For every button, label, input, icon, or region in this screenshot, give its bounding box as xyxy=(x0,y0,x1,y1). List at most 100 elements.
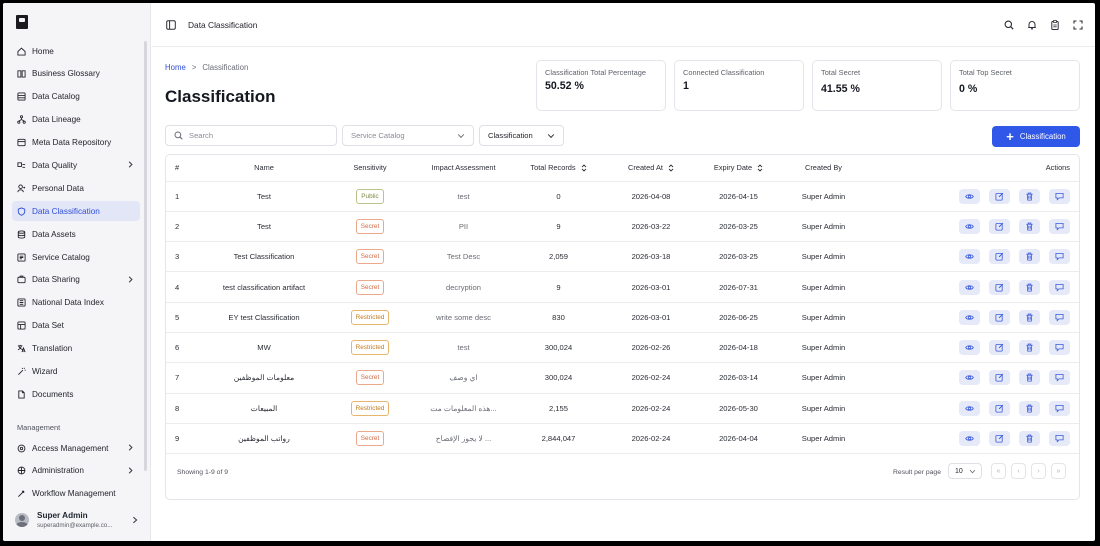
sidebar-toggle-icon[interactable] xyxy=(166,19,176,30)
first-page-button[interactable]: « xyxy=(991,463,1006,479)
view-button[interactable] xyxy=(959,279,980,295)
sidebar-item-label: Home xyxy=(32,46,54,56)
edit-icon xyxy=(995,283,1004,292)
cell-index: 5 xyxy=(166,302,204,333)
results-per-page-select[interactable]: 10 xyxy=(948,463,982,479)
cell-expiry: 2026-06-25 xyxy=(696,302,781,333)
comment-icon xyxy=(1055,222,1064,231)
sidebar-item-data-set[interactable]: Data Set xyxy=(12,316,140,336)
column-header-records[interactable]: Total Records xyxy=(511,155,606,182)
sidebar-item-data-classification[interactable]: Data Classification xyxy=(12,201,140,222)
breadcrumb-home-link[interactable]: Home xyxy=(165,63,186,72)
comment-button[interactable] xyxy=(1049,249,1070,265)
edit-button[interactable] xyxy=(989,340,1010,356)
comment-button[interactable] xyxy=(1049,400,1070,416)
column-header-created[interactable]: Created At xyxy=(606,155,696,182)
comment-button[interactable] xyxy=(1049,218,1070,234)
previous-page-button[interactable]: ‹ xyxy=(1011,463,1026,479)
sidebar-nav: Home Business Glossary Data Catalog Data Li… xyxy=(12,41,140,407)
sidebar-item-business-glossary[interactable]: Business Glossary xyxy=(12,64,140,84)
sidebar-item-home[interactable]: Home xyxy=(12,41,140,61)
delete-button[interactable] xyxy=(1019,218,1040,234)
view-button[interactable] xyxy=(959,218,980,234)
eye-icon xyxy=(965,345,974,350)
sidebar-item-access-management[interactable]: Access Management xyxy=(12,438,140,458)
sidebar-item-service-catalog[interactable]: Service Catalog xyxy=(12,247,140,267)
sidebar-item-label: Access Management xyxy=(32,443,109,453)
delete-button[interactable] xyxy=(1019,279,1040,295)
delete-button[interactable] xyxy=(1019,370,1040,386)
cell-index: 6 xyxy=(166,332,204,364)
view-button[interactable] xyxy=(959,431,980,447)
view-button[interactable] xyxy=(959,309,980,325)
view-button[interactable] xyxy=(959,340,980,356)
table-header-row: # Name Sensitivity Impact Assessment Tot… xyxy=(166,155,1079,182)
edit-button[interactable] xyxy=(989,309,1010,325)
comment-button[interactable] xyxy=(1049,431,1070,447)
table-row: 7 معلومات الموظفين Secret اي وصف 300,024 2026… xyxy=(166,362,1079,394)
search-input[interactable] xyxy=(189,131,329,140)
sidebar-item-personal-data[interactable]: Personal Data xyxy=(12,178,140,198)
cell-expiry: 2026-04-15 xyxy=(696,181,781,212)
column-header-expiry[interactable]: Expiry Date xyxy=(696,155,781,182)
edit-button[interactable] xyxy=(989,249,1010,265)
sidebar-item-documents[interactable]: Documents xyxy=(12,384,140,404)
showing-count: Showing 1-9 of 9 xyxy=(177,469,229,476)
stat-card-total-top-secret: Total Top Secret 0 % xyxy=(950,60,1080,111)
view-button[interactable] xyxy=(959,188,980,204)
sidebar-item-meta-data-repository[interactable]: Meta Data Repository xyxy=(12,133,140,153)
edit-button[interactable] xyxy=(989,218,1010,234)
sidebar-item-national-data-index[interactable]: National Data Index xyxy=(12,293,140,313)
edit-button[interactable] xyxy=(989,188,1010,204)
cell-impact: write some desc xyxy=(416,302,511,333)
table-row: 5 EY test Classification Restricted write s… xyxy=(166,302,1079,333)
edit-button[interactable] xyxy=(989,279,1010,295)
delete-button[interactable] xyxy=(1019,188,1040,204)
classification-filter-select[interactable]: Classification xyxy=(479,125,564,146)
sidebar-item-label: Data Lineage xyxy=(32,115,81,125)
comment-button[interactable] xyxy=(1049,340,1070,356)
delete-button[interactable] xyxy=(1019,249,1040,265)
cell-records: 300,024 xyxy=(511,362,606,394)
breadcrumb-current: Classification xyxy=(202,63,249,72)
edit-button[interactable] xyxy=(989,370,1010,386)
delete-button[interactable] xyxy=(1019,400,1040,416)
search-icon[interactable] xyxy=(1004,20,1014,30)
sidebar-item-administration[interactable]: Administration xyxy=(12,461,140,481)
sidebar-item-data-catalog[interactable]: Data Catalog xyxy=(12,87,140,107)
next-page-button[interactable]: › xyxy=(1031,463,1046,479)
cell-created-by: Super Admin xyxy=(781,211,866,243)
comment-button[interactable] xyxy=(1049,188,1070,204)
edit-button[interactable] xyxy=(989,431,1010,447)
logo-icon[interactable] xyxy=(16,15,28,29)
comment-button[interactable] xyxy=(1049,309,1070,325)
cell-created-by: Super Admin xyxy=(781,181,866,212)
sidebar-item-data-lineage[interactable]: Data Lineage xyxy=(12,110,140,130)
clipboard-icon[interactable] xyxy=(1050,20,1060,30)
service-catalog-select[interactable]: Service Catalog xyxy=(342,125,474,146)
bell-icon[interactable] xyxy=(1027,20,1037,30)
sidebar-item-wizard[interactable]: Wizard xyxy=(12,361,140,381)
last-page-button[interactable]: » xyxy=(1051,463,1066,479)
fullscreen-icon[interactable] xyxy=(1073,20,1083,30)
delete-button[interactable] xyxy=(1019,309,1040,325)
table-row: 9 رواتب الموظفين Secret لا يجوز الإفصاح ...… xyxy=(166,423,1079,455)
app-window: Home Business Glossary Data Catalog Data Li… xyxy=(3,3,1095,541)
sidebar-scrollbar[interactable] xyxy=(144,41,147,471)
delete-button[interactable] xyxy=(1019,431,1040,447)
view-button[interactable] xyxy=(959,400,980,416)
sidebar-item-data-sharing[interactable]: Data Sharing xyxy=(12,270,140,290)
comment-button[interactable] xyxy=(1049,370,1070,386)
edit-button[interactable] xyxy=(989,400,1010,416)
view-button[interactable] xyxy=(959,249,980,265)
comment-button[interactable] xyxy=(1049,279,1070,295)
sidebar-item-data-quality[interactable]: Data Quality xyxy=(12,155,140,175)
sidebar-item-workflow-management[interactable]: Workflow Management xyxy=(12,483,140,503)
sidebar-item-data-assets[interactable]: Data Assets xyxy=(12,224,140,244)
delete-button[interactable] xyxy=(1019,340,1040,356)
user-profile[interactable]: Super Admin superadmin@example.co... xyxy=(15,506,141,534)
add-classification-button[interactable]: + Classification xyxy=(992,126,1080,147)
view-button[interactable] xyxy=(959,370,980,386)
sidebar-item-translation[interactable]: Translation xyxy=(12,339,140,359)
translation-icon xyxy=(17,344,26,353)
